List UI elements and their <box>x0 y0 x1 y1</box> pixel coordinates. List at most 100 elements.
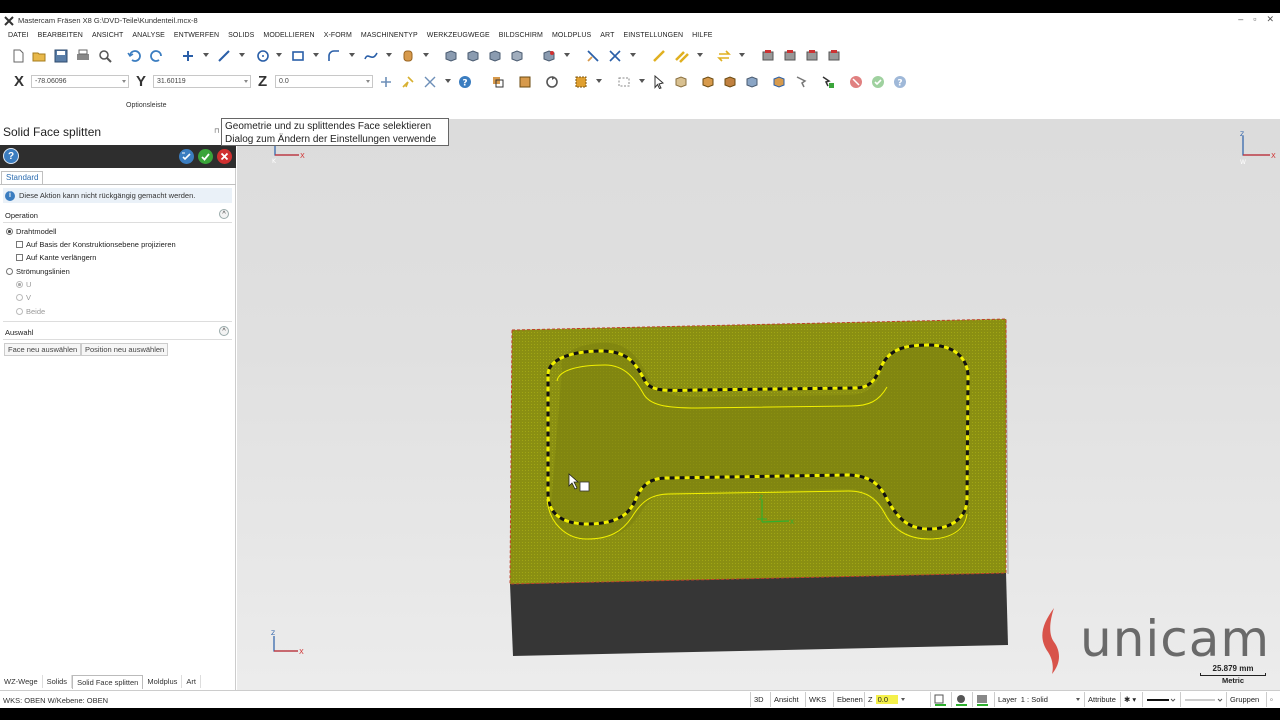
menu-bildschirm[interactable]: BILDSCHIRM <box>499 32 543 39</box>
btn-ebenen[interactable]: Ebenen <box>833 692 863 707</box>
viewport-canvas[interactable]: Z X X K Z X W Z X <box>237 119 1280 690</box>
checkbox-verlaengern[interactable]: Auf Kante verlängern <box>16 253 96 262</box>
snap-dropdown-icon[interactable] <box>445 79 451 83</box>
cancel-icon[interactable] <box>217 149 232 164</box>
select-window-icon[interactable] <box>517 74 533 90</box>
snap-help-icon[interactable]: ? <box>457 74 473 90</box>
solid-box-1-icon[interactable] <box>443 48 459 64</box>
selection-help-icon[interactable]: ? <box>892 74 908 90</box>
radio-drahtmodell[interactable]: Drahtmodell <box>6 227 56 236</box>
rectangle-dropdown-icon[interactable] <box>313 53 319 57</box>
draft-line-icon[interactable] <box>651 48 667 64</box>
trim-dropdown-icon[interactable] <box>630 53 636 57</box>
btn-attribute[interactable]: Attribute <box>1084 692 1120 707</box>
select-rect-dropdown-icon[interactable] <box>639 79 645 83</box>
fillet-icon[interactable] <box>326 48 342 64</box>
menu-analyse[interactable]: ANALYSE <box>132 32 164 39</box>
tab-solids[interactable]: Solids <box>43 675 73 688</box>
new-file-icon[interactable] <box>10 48 26 64</box>
btn-gruppen[interactable]: Gruppen <box>1226 692 1266 707</box>
solid-select-1-icon[interactable] <box>673 74 689 90</box>
collapse-up-icon[interactable]: ^ <box>219 326 229 336</box>
tab-solid-face-splitten[interactable]: Solid Face splitten <box>72 674 144 689</box>
point-dropdown-icon[interactable] <box>203 53 209 57</box>
collapse-up-icon[interactable]: ^ <box>219 209 229 219</box>
select-rotate-icon[interactable] <box>544 74 560 90</box>
machine-4-icon[interactable] <box>826 48 842 64</box>
print-preview-icon[interactable] <box>97 48 113 64</box>
btn-ansicht[interactable]: Ansicht <box>770 692 802 707</box>
z-depth-field[interactable]: Z 0.0 <box>864 692 926 707</box>
point-icon[interactable] <box>180 48 196 64</box>
pick-icon[interactable] <box>793 74 809 90</box>
circle-icon[interactable] <box>255 48 271 64</box>
verify-selection-icon[interactable] <box>820 74 836 90</box>
color-icon[interactable] <box>930 692 950 707</box>
line-width-icon[interactable] <box>1180 692 1226 707</box>
rectangle-icon[interactable] <box>290 48 306 64</box>
trim-icon[interactable] <box>607 48 623 64</box>
radio-button[interactable] <box>6 228 13 235</box>
layer-value[interactable]: 1 : Solid <box>1021 695 1048 704</box>
surface-dropdown-icon[interactable] <box>564 53 570 57</box>
point-entry-icon[interactable] <box>378 74 394 90</box>
solid-box-2-icon[interactable] <box>465 48 481 64</box>
cursor-icon[interactable] <box>651 74 667 90</box>
spline-dropdown-icon[interactable] <box>386 53 392 57</box>
solid-color-icon[interactable] <box>951 692 971 707</box>
menu-moldplus[interactable]: MOLDPLUS <box>552 32 591 39</box>
snap-cross-icon[interactable] <box>422 74 438 90</box>
line-style-icon[interactable] <box>1142 692 1180 707</box>
toolpath-icon[interactable] <box>716 48 732 64</box>
btn-wks[interactable]: WKS <box>805 692 832 707</box>
ok-selection-icon[interactable] <box>870 74 886 90</box>
z-depth-value[interactable]: 0.0 <box>875 695 899 704</box>
print-icon[interactable] <box>75 48 91 64</box>
line-dropdown-icon[interactable] <box>239 53 245 57</box>
menu-hilfe[interactable]: HILFE <box>692 32 712 39</box>
minimize-button[interactable]: – <box>1238 14 1243 25</box>
maximize-button[interactable]: ▫ <box>1253 14 1256 25</box>
save-icon[interactable] <box>53 48 69 64</box>
solid-box-3-icon[interactable] <box>487 48 503 64</box>
operation-section-header[interactable]: Operation ^ <box>3 208 232 222</box>
pin-icon[interactable]: ⊓ <box>214 127 219 135</box>
menu-bearbeiten[interactable]: BEARBEITEN <box>38 32 83 39</box>
toolpath-dropdown-icon[interactable] <box>739 53 745 57</box>
menu-maschinentyp[interactable]: MASCHINENTYP <box>361 32 418 39</box>
solid-select-4-icon[interactable] <box>744 74 760 90</box>
select-area-dropdown-icon[interactable] <box>596 79 602 83</box>
checkbox-projizieren[interactable]: Auf Basis der Konstruktionsebene projizi… <box>16 240 176 249</box>
close-window-button[interactable]: ✕ <box>1266 14 1274 25</box>
tab-moldplus[interactable]: Moldplus <box>143 675 183 688</box>
layer-dropdown-icon[interactable] <box>1076 698 1080 701</box>
graphics-viewport[interactable]: Z X X K Z X W Z X <box>237 119 1280 690</box>
menu-modellieren[interactable]: MODELLIEREN <box>263 32 314 39</box>
snap-fast-icon[interactable] <box>400 74 416 90</box>
circle-dropdown-icon[interactable] <box>276 53 282 57</box>
solid-select-2-icon[interactable] <box>700 74 716 90</box>
spline-icon[interactable] <box>363 48 379 64</box>
select-area-icon[interactable] <box>573 74 589 90</box>
point-style-icon[interactable]: ✱ ▾ <box>1120 692 1142 707</box>
menu-solids[interactable]: SOLIDS <box>228 32 254 39</box>
solid-box-4-icon[interactable] <box>509 48 525 64</box>
tab-art[interactable]: Art <box>182 675 201 688</box>
select-chain-icon[interactable] <box>490 74 506 90</box>
undo-icon[interactable] <box>126 48 142 64</box>
menu-x-form[interactable]: X-FORM <box>324 32 352 39</box>
surface-icon[interactable] <box>541 48 557 64</box>
cancel-selection-icon[interactable] <box>848 74 864 90</box>
solid-dropdown-icon[interactable] <box>423 53 429 57</box>
draft-lines-icon[interactable] <box>674 48 690 64</box>
btn-3d[interactable]: 3D <box>750 692 770 707</box>
draft-dropdown-icon[interactable] <box>697 53 703 57</box>
ok-icon[interactable] <box>198 149 213 164</box>
radio-stroemungslinien[interactable]: Strömungslinien <box>6 267 70 276</box>
menu-werkzeugwege[interactable]: WERKZEUGWEGE <box>427 32 490 39</box>
solid-select-3-icon[interactable] <box>722 74 738 90</box>
open-folder-icon[interactable] <box>31 48 47 64</box>
xform-icon[interactable] <box>585 48 601 64</box>
menu-art[interactable]: ART <box>600 32 614 39</box>
menu-ansicht[interactable]: ANSICHT <box>92 32 123 39</box>
